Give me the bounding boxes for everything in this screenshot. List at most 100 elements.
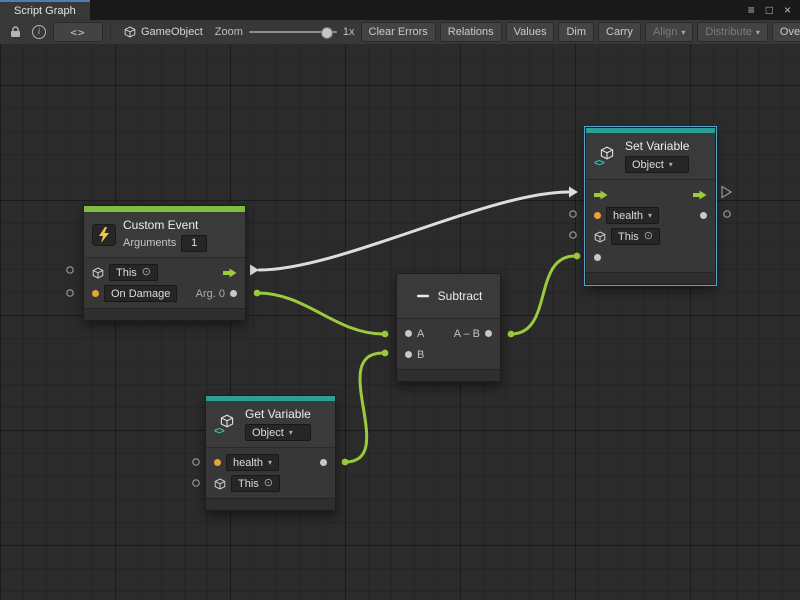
target-field[interactable]: This ⊙ [231, 475, 280, 492]
wire-subtract-to-setvariable-value[interactable] [511, 256, 575, 334]
port-subtract-a-in[interactable] [382, 331, 389, 338]
port-flow-out-customevent[interactable] [250, 265, 259, 276]
subtract-icon [415, 288, 431, 304]
node-subtract[interactable]: Subtract A A – B B [396, 273, 501, 382]
object-picker-icon[interactable]: ⊙ [142, 267, 151, 278]
arg0-port[interactable] [230, 290, 237, 297]
relations-button[interactable]: Relations [440, 22, 502, 42]
overview-button[interactable]: Overview [772, 22, 800, 42]
value-input-port[interactable] [594, 254, 601, 261]
target-field[interactable]: This ⊙ [611, 228, 660, 245]
zoom-value: 1x [343, 26, 355, 38]
gameobject-selector[interactable]: GameObject [118, 26, 209, 38]
node-title: Subtract [438, 289, 483, 303]
zoom-slider-knob[interactable] [321, 27, 333, 39]
input-b-port[interactable] [405, 351, 412, 358]
node-set-variable[interactable]: <> Set Variable Object ▾ [585, 127, 716, 285]
tab-bar: Script Graph ≡ □ × [0, 0, 800, 20]
wire-arg0-to-subtract-a[interactable] [258, 293, 383, 334]
port-setvariable-target-in[interactable] [570, 232, 576, 238]
variable-scope-dropdown[interactable]: Object ▾ [625, 156, 689, 173]
chevron-down-icon: ▾ [268, 458, 272, 467]
wire-getvariable-to-subtract-b[interactable] [345, 353, 383, 462]
port-setvariable-value-out[interactable] [724, 211, 730, 217]
maximize-icon[interactable]: □ [766, 4, 773, 16]
port-setvariable-name-in[interactable] [570, 211, 576, 217]
input-a-label: A [417, 328, 424, 340]
port-row-target: This ⊙ [206, 473, 335, 494]
port-getvariable-target-in[interactable] [193, 480, 199, 486]
value-output-port[interactable] [320, 459, 327, 466]
flow-in-arrow-icon[interactable] [594, 190, 608, 200]
code-icon: <> [70, 26, 85, 39]
port-customevent-name-in[interactable] [67, 290, 73, 296]
node-title: Custom Event [123, 218, 207, 232]
gameobject-icon [92, 267, 104, 279]
variable-name-dropdown[interactable]: health ▾ [226, 454, 279, 471]
flow-out-arrow-icon[interactable] [223, 268, 237, 278]
port-row-target: This ⊙ [586, 226, 715, 247]
object-picker-icon[interactable]: ⊙ [264, 478, 273, 489]
port-flow-out-setvariable[interactable] [722, 187, 731, 198]
port-row-b: B [397, 344, 500, 365]
gameobject-icon [594, 231, 606, 243]
port-getvariable-out[interactable] [342, 459, 349, 466]
variable-scope-dropdown[interactable]: Object ▾ [245, 424, 311, 441]
toolbar-separator [110, 24, 111, 40]
port-flow-in-setvariable[interactable] [569, 187, 578, 198]
event-name-port[interactable] [92, 290, 99, 297]
target-field[interactable]: This ⊙ [109, 264, 158, 281]
object-picker-icon[interactable]: ⊙ [644, 231, 653, 242]
custom-event-icon [92, 224, 116, 246]
align-button[interactable]: Align ▾ [645, 22, 693, 42]
carry-button[interactable]: Carry [598, 22, 641, 42]
variable-name-dropdown[interactable]: health ▾ [606, 207, 659, 224]
port-subtract-result-out[interactable] [508, 331, 515, 338]
close-icon[interactable]: × [784, 4, 791, 16]
port-customevent-target-in[interactable] [67, 267, 73, 273]
gameobject-icon [214, 478, 226, 490]
lock-icon [10, 26, 21, 38]
info-icon: i [32, 25, 46, 39]
input-a-port[interactable] [405, 330, 412, 337]
event-name-field[interactable]: On Damage [104, 285, 177, 302]
value-output-port[interactable] [700, 212, 707, 219]
edit-script-button[interactable]: <> [53, 22, 103, 42]
arg0-label: Arg. 0 [196, 288, 225, 300]
values-button[interactable]: Values [506, 22, 555, 42]
port-setvariable-value-in[interactable] [574, 253, 581, 260]
port-row-target: This ⊙ [84, 262, 245, 283]
info-button[interactable]: i [29, 23, 49, 41]
tab-label: Script Graph [14, 5, 76, 17]
dim-button[interactable]: Dim [558, 22, 594, 42]
variable-name-port[interactable] [214, 459, 221, 466]
zoom-slider[interactable] [249, 23, 337, 41]
port-row-name: health ▾ [586, 205, 715, 226]
zoom-label: Zoom [215, 26, 243, 38]
variable-name-port[interactable] [594, 212, 601, 219]
chevron-down-icon: ▾ [669, 160, 673, 169]
variable-brackets-icon: <> [594, 159, 604, 169]
lock-button[interactable] [5, 23, 25, 41]
port-getvariable-name-in[interactable] [193, 459, 199, 465]
cube-icon [124, 26, 136, 38]
arguments-field[interactable]: 1 [181, 235, 207, 252]
result-port[interactable] [485, 330, 492, 337]
graph-canvas[interactable]: Custom Event Arguments 1 This ⊙ [0, 44, 800, 600]
flow-out-arrow-icon[interactable] [693, 190, 707, 200]
clear-errors-button[interactable]: Clear Errors [361, 22, 436, 42]
chevron-down-icon: ▾ [756, 28, 760, 37]
distribute-button[interactable]: Distribute ▾ [697, 22, 767, 42]
port-subtract-b-in[interactable] [382, 350, 389, 357]
result-label: A – B [454, 328, 480, 340]
port-arg0-out[interactable] [254, 290, 261, 297]
port-row-name: health ▾ [206, 452, 335, 473]
port-row-a: A A – B [397, 323, 500, 344]
wire-flow-customevent-to-setvariable[interactable] [259, 192, 569, 270]
node-get-variable[interactable]: <> Get Variable Object ▾ health ▾ [205, 395, 336, 511]
node-custom-event[interactable]: Custom Event Arguments 1 This ⊙ [83, 205, 246, 321]
pane-menu-icon[interactable]: ≡ [748, 4, 755, 16]
variable-icon: <> [214, 414, 238, 435]
port-row-value [586, 247, 715, 268]
tab-script-graph[interactable]: Script Graph [0, 0, 90, 20]
